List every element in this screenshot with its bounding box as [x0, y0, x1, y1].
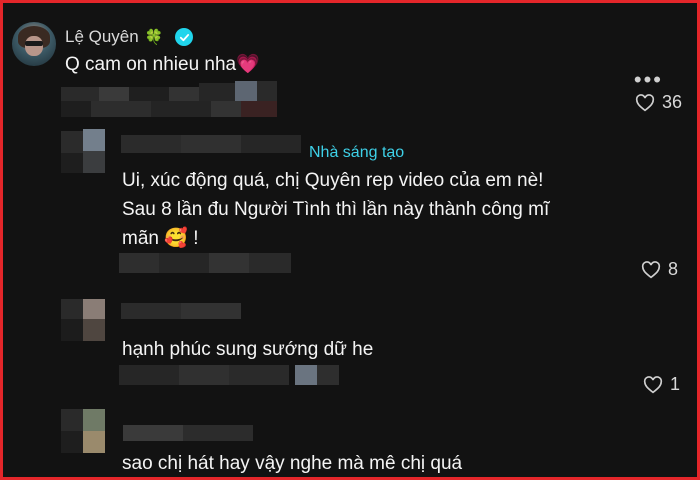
main-like-button[interactable]: 36	[635, 92, 682, 113]
reply1-like-count: 8	[668, 259, 679, 279]
reply2-like-button[interactable]: 1	[643, 374, 680, 395]
author-name-row[interactable]: Lệ Quyên 🍀	[65, 27, 194, 47]
more-options-icon[interactable]: •••	[634, 67, 663, 93]
heart-outline-icon	[635, 93, 655, 111]
reply2-text: hạnh phúc sung sướng dữ he	[122, 339, 374, 360]
blurred-meta	[61, 81, 281, 119]
smiling-hearts-emoji: 🥰	[164, 228, 188, 249]
reply1-like-button[interactable]: 8	[641, 259, 678, 280]
heart-emoji: 💗	[236, 54, 260, 75]
author-avatar[interactable]	[12, 22, 56, 66]
reply2-like-count: 1	[670, 374, 681, 394]
reply1-line2: Sau 8 lần đu Người Tình thì lần này thàn…	[122, 199, 550, 220]
reply3-blurred-avatar[interactable]	[61, 407, 261, 453]
creator-label: Nhà sáng tạo	[309, 144, 405, 161]
reply1-line3: mãn 🥰 !	[122, 228, 199, 249]
reply3-text: sao chị hát hay vậy nghe mà mê chị quá	[122, 453, 463, 474]
reply1-line1: Ui, xúc động quá, chị Quyên rep video củ…	[122, 170, 544, 191]
verified-badge-icon	[175, 28, 194, 46]
main-comment-text: Q cam on nhieu nha💗	[65, 54, 260, 75]
heart-outline-icon	[641, 260, 661, 278]
reply2-blurred-meta	[119, 365, 339, 385]
reply1-blurred-meta	[119, 253, 291, 273]
comments-panel: Lệ Quyên 🍀 Q cam on nhieu nha💗 ••• 36 Nh…	[0, 0, 700, 480]
author-name[interactable]: Lệ Quyên	[65, 27, 139, 47]
clover-emoji: 🍀	[144, 29, 164, 46]
heart-outline-icon	[643, 375, 663, 393]
main-like-count: 36	[662, 92, 683, 112]
